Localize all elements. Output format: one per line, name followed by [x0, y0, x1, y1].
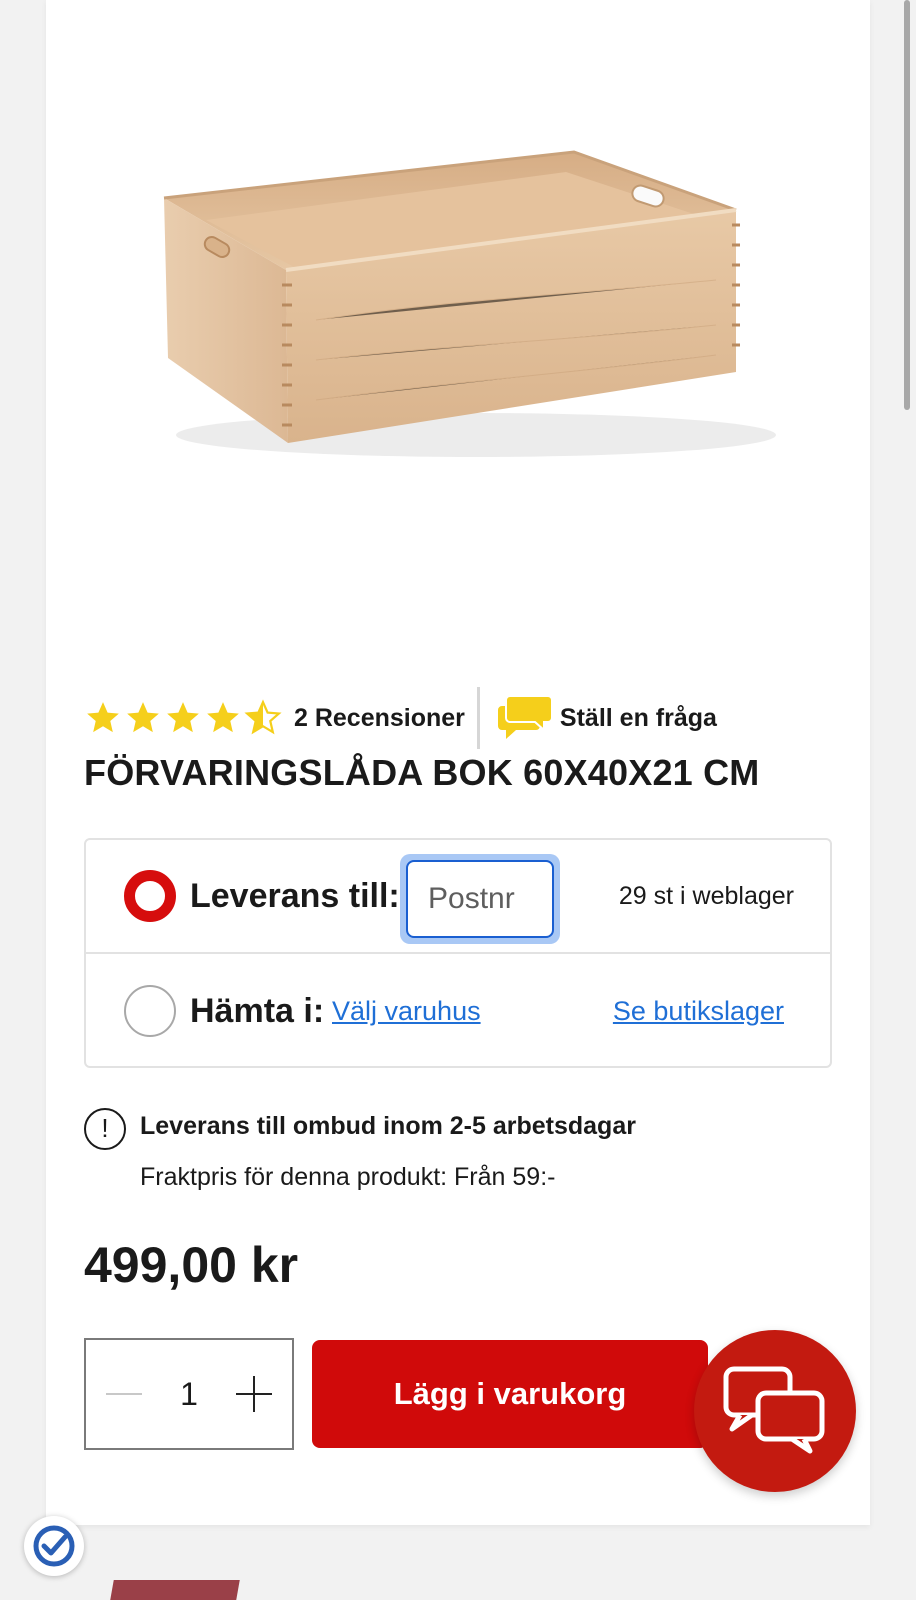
delivery-info-title: Leverans till ombud inom 2-5 arbetsdagar	[140, 1112, 636, 1140]
chat-bubbles-icon	[497, 695, 553, 739]
pickup-label: Hämta i:	[190, 991, 325, 1030]
delivery-radio[interactable]	[124, 870, 176, 922]
choose-store-link[interactable]: Välj varuhus	[332, 996, 481, 1027]
minus-icon[interactable]	[104, 1374, 144, 1414]
star-full-icon	[167, 702, 199, 733]
info-exclamation-icon: !	[84, 1108, 126, 1150]
star-half-icon	[244, 699, 282, 735]
delivery-options: Leverans till: 29 st i weblager Hämta i:…	[84, 838, 832, 1068]
delivery-option-home[interactable]: Leverans till: 29 st i weblager	[86, 840, 830, 954]
web-stock-status: 29 st i weblager	[618, 881, 794, 910]
postnr-input[interactable]	[406, 860, 554, 938]
ask-question-link[interactable]: Ställ en fråga	[492, 692, 717, 744]
rating-row: 2 Recensioner Ställ en fråga	[84, 687, 717, 749]
delivery-label: Leverans till:	[190, 876, 400, 915]
divider	[476, 687, 480, 749]
chat-support-button[interactable]	[694, 1330, 856, 1492]
postnr-focus-ring	[400, 854, 560, 944]
star-full-icon	[127, 702, 159, 733]
freight-price-text: Fraktpris för denna produkt: Från 59:-	[140, 1163, 556, 1191]
page-scrollbar[interactable]	[904, 0, 910, 410]
plus-icon[interactable]	[234, 1374, 274, 1414]
pickup-radio[interactable]	[124, 985, 176, 1037]
quantity-stepper: 1	[84, 1338, 294, 1450]
add-to-cart-button[interactable]: Lägg i varukorg	[312, 1340, 708, 1448]
product-image	[163, 150, 776, 457]
star-full-icon	[207, 702, 239, 733]
rating-stars[interactable]	[84, 698, 282, 738]
star-full-icon	[87, 702, 119, 733]
product-card: 2 Recensioner Ställ en fråga FÖRVARINGSL…	[46, 0, 870, 1525]
review-count-link[interactable]: 2 Recensioner	[294, 704, 465, 733]
footer-banner-edge	[110, 1580, 240, 1600]
trust-badge[interactable]	[24, 1516, 84, 1576]
delivery-option-pickup[interactable]: Hämta i: Välj varuhus Se butikslager	[86, 954, 830, 1068]
quantity-value[interactable]: 1	[180, 1376, 198, 1413]
chat-icon	[723, 1366, 825, 1454]
product-price: 499,00 kr	[84, 1237, 299, 1293]
store-stock-link[interactable]: Se butikslager	[613, 996, 784, 1027]
ask-question-label: Ställ en fråga	[559, 703, 717, 732]
product-title: FÖRVARINGSLÅDA BOK 60X40X21 CM	[84, 752, 760, 793]
verified-check-icon	[33, 1525, 75, 1567]
